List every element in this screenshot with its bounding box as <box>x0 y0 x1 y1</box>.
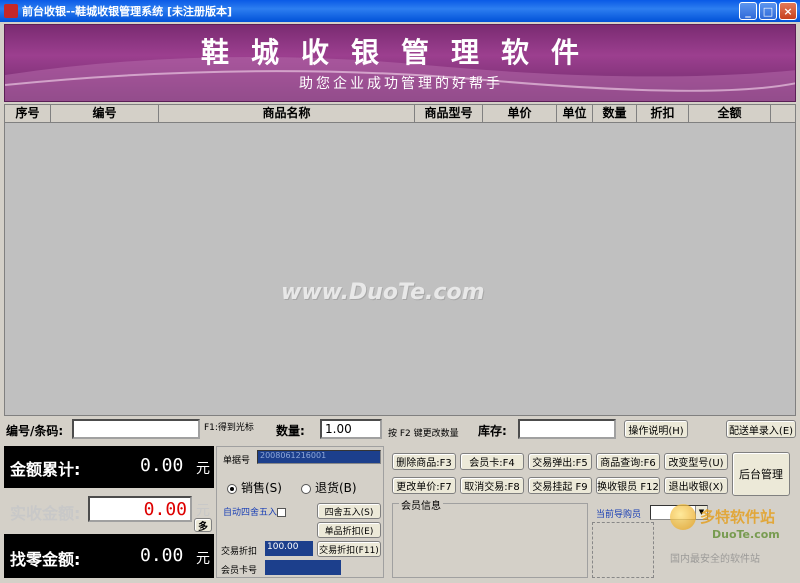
bill-no-label: 单据号 <box>223 456 251 466</box>
received-label: 实收金额: <box>10 504 81 523</box>
photo-box <box>592 522 654 578</box>
member-card-button[interactable]: 会员卡:F4 <box>460 453 524 470</box>
sale-label: 销售(S) <box>241 481 282 495</box>
auto-round-label: 自动四舍五入 <box>223 508 278 518</box>
radio-dot <box>301 483 311 494</box>
stock-input[interactable] <box>518 419 616 439</box>
help-button[interactable]: 操作说明(H) <box>624 420 688 438</box>
watermark: www.DuoTe.com <box>281 280 485 305</box>
item-discount-button[interactable]: 单品折扣(E) <box>317 522 381 538</box>
window-title: 前台收银--鞋城收银管理系统 [未注册版本] <box>22 5 233 18</box>
received-input[interactable]: 0.00 <box>88 496 192 522</box>
title-bar: 前台收银--鞋城收银管理系统 [未注册版本] _ □ × <box>0 0 800 22</box>
close-button[interactable]: × <box>779 2 797 20</box>
change-unit: 元 <box>196 551 210 567</box>
radio-dot <box>227 483 237 494</box>
product-grid[interactable]: 序号 编号 商品名称 商品型号 单价 单位 数量 折扣 全额 www.DuoTe… <box>4 104 796 416</box>
received-panel: 实收金额: 0.00 元 多 <box>4 490 214 533</box>
sum-panel: 金额累计: 0.00 元 <box>4 446 214 488</box>
backend-button[interactable]: 后台管理 <box>732 452 790 496</box>
change-panel: 找零金额: 0.00 元 <box>4 534 214 578</box>
item-query-button[interactable]: 商品查询:F6 <box>596 453 660 470</box>
member-info-group: 会员信息 <box>392 497 588 578</box>
col-header[interactable]: 编号 <box>51 105 159 122</box>
checkbox-box <box>277 508 287 517</box>
member-card-input[interactable] <box>265 560 341 575</box>
corner-watermark: 多特软件站 DuoTe.com 国内最安全的软件站 <box>670 504 796 574</box>
trade-popup-button[interactable]: 交易弹出:F5 <box>528 453 592 470</box>
sum-unit: 元 <box>196 461 210 477</box>
change-value: 0.00 <box>140 545 184 566</box>
more-button[interactable]: 多 <box>194 518 212 533</box>
col-header[interactable]: 折扣 <box>637 105 689 122</box>
trade-discount-button[interactable]: 交易折扣(F11) <box>317 541 381 557</box>
qty-input[interactable]: 1.00 <box>320 419 382 439</box>
bill-panel: 单据号 2008061216001 销售(S) 退货(B) 自动四舍五入 四舍五… <box>216 446 384 578</box>
watermark-slogan: 国内最安全的软件站 <box>670 554 760 565</box>
banner-subtitle: 助您企业成功管理的好帮手 <box>299 76 503 92</box>
qty-label: 数量: <box>276 424 305 438</box>
col-header[interactable]: 数量 <box>593 105 637 122</box>
trade-discount-input[interactable]: 100.00 <box>265 541 313 556</box>
return-label: 退货(B) <box>315 481 357 495</box>
auto-round-checkbox[interactable]: 自动四舍五入 <box>223 505 287 518</box>
col-header[interactable]: 商品名称 <box>159 105 415 122</box>
watermark-url: DuoTe.com <box>712 528 780 541</box>
col-header[interactable]: 全额 <box>689 105 771 122</box>
switch-cashier-button[interactable]: 换收银员 F12 <box>596 477 660 494</box>
sale-radio[interactable]: 销售(S) <box>227 479 282 496</box>
bill-no-field[interactable]: 2008061216001 <box>257 450 381 464</box>
col-header[interactable]: 序号 <box>5 105 51 122</box>
stock-label: 库存: <box>478 424 507 438</box>
return-radio[interactable]: 退货(B) <box>301 479 357 496</box>
col-header[interactable]: 单价 <box>483 105 557 122</box>
watermark-brand: 多特软件站 <box>700 508 776 526</box>
cancel-trade-button[interactable]: 取消交易:F8 <box>460 477 524 494</box>
f1-hint: F1:得到光标 <box>204 423 254 433</box>
col-header[interactable]: 商品型号 <box>415 105 483 122</box>
banner: 鞋城收银管理软件 助您企业成功管理的好帮手 <box>4 24 796 102</box>
change-model-button[interactable]: 改变型号(U) <box>664 453 728 470</box>
minimize-button[interactable]: _ <box>739 2 757 20</box>
shopper-label: 当前导购员 <box>596 510 642 520</box>
sum-value: 0.00 <box>140 455 184 476</box>
col-header[interactable]: 单位 <box>557 105 593 122</box>
round-button[interactable]: 四舍五入(S) <box>317 503 381 519</box>
logo-icon <box>670 504 696 530</box>
change-label: 找零金额: <box>10 550 81 569</box>
grid-header: 序号 编号 商品名称 商品型号 单价 单位 数量 折扣 全额 <box>5 105 795 123</box>
qty-hint: 按 F2 键更改数量 <box>388 429 459 439</box>
banner-title: 鞋城收银管理软件 <box>200 36 601 69</box>
sum-label: 金额累计: <box>10 460 81 479</box>
member-info-title: 会员信息 <box>399 497 443 512</box>
exit-cashier-button[interactable]: 退出收银(X) <box>664 477 728 494</box>
barcode-label: 编号/条码: <box>6 424 64 438</box>
maximize-button[interactable]: □ <box>759 2 777 20</box>
trade-discount-label: 交易折扣 <box>221 547 258 557</box>
member-card-label: 会员卡号 <box>221 566 258 576</box>
barcode-input[interactable] <box>72 419 200 439</box>
suspend-trade-button[interactable]: 交易挂起 F9 <box>528 477 592 494</box>
delivery-entry-button[interactable]: 配送单录入(E) <box>726 420 796 438</box>
change-price-button[interactable]: 更改单价:F7 <box>392 477 456 494</box>
app-icon <box>4 4 18 18</box>
delete-item-button[interactable]: 删除商品:F3 <box>392 453 456 470</box>
